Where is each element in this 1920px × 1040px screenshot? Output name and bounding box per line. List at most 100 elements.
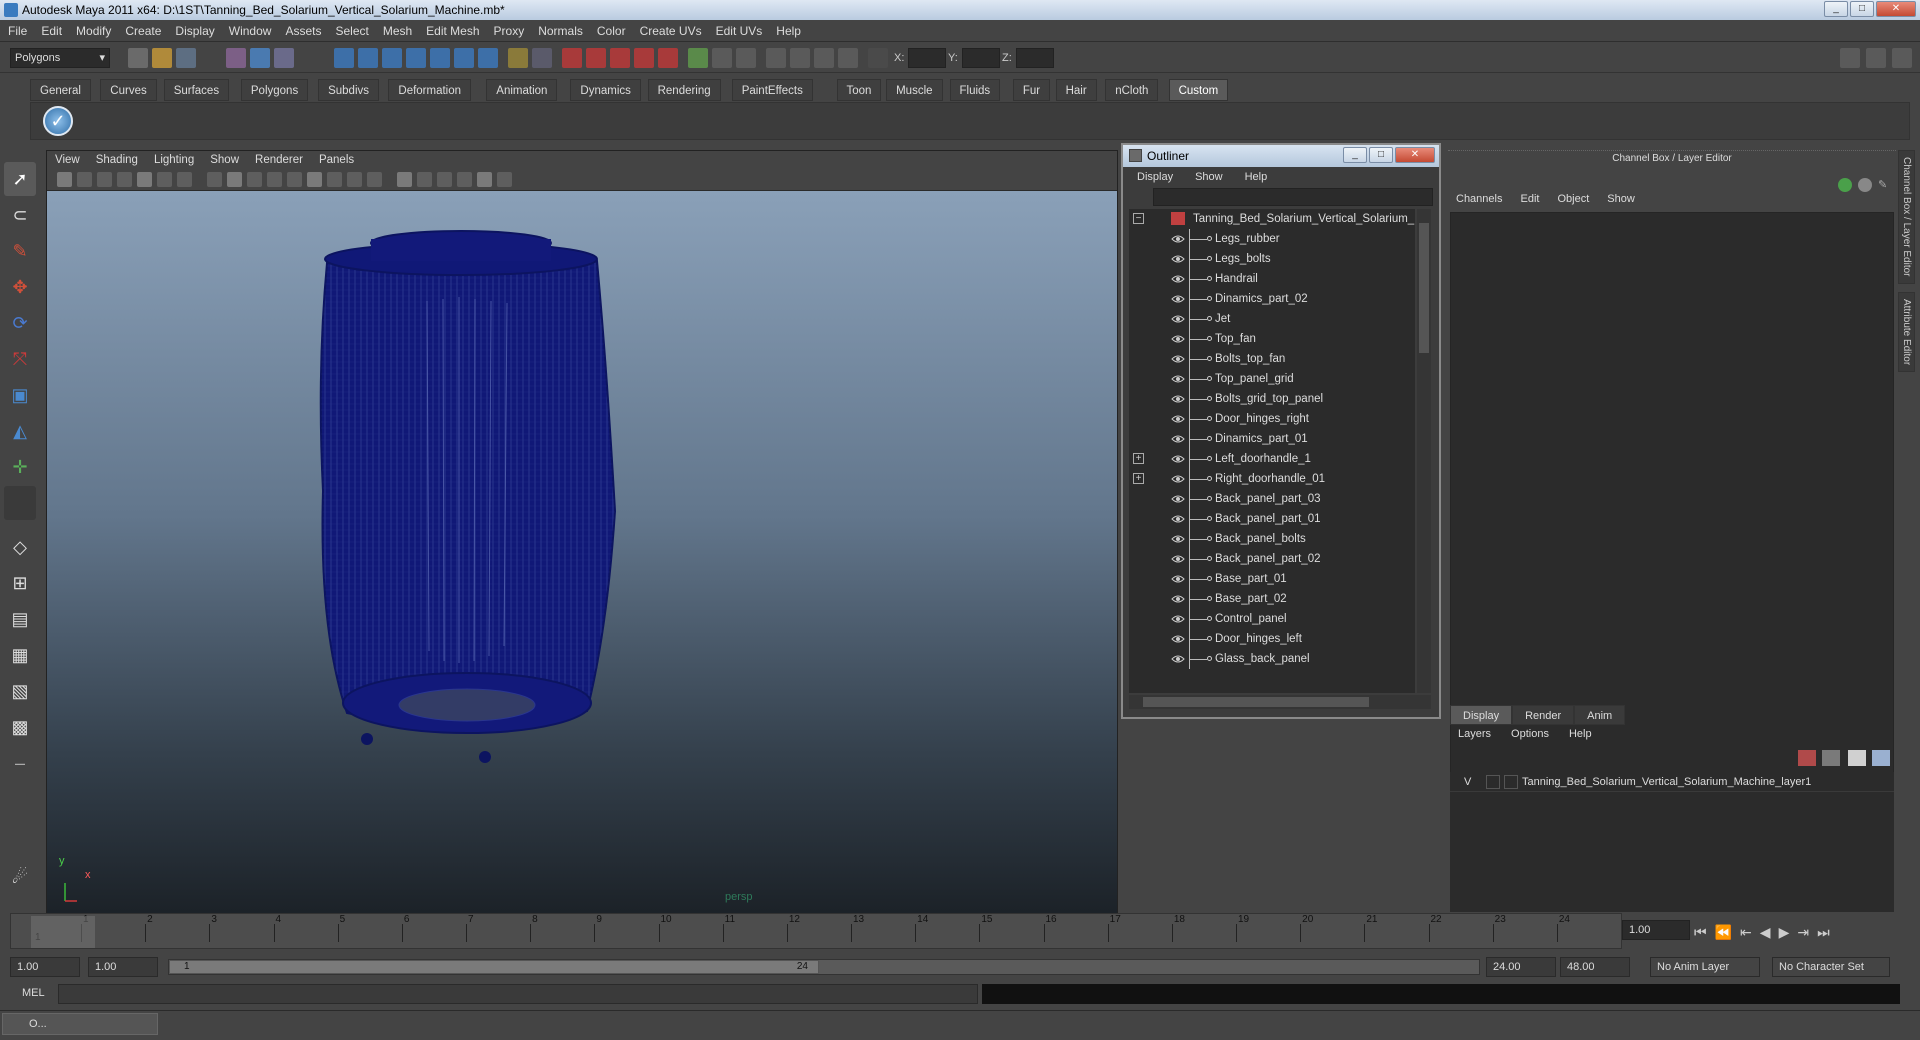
outliner-item[interactable]: Bolts_grid_top_panel [1129,389,1415,409]
mode-selector[interactable]: Polygons ▾ [10,48,110,68]
layer-tab-render[interactable]: Render [1512,705,1575,725]
outliner-item[interactable]: Jet [1129,309,1415,329]
bookmark-icon[interactable] [97,172,112,187]
outliner-close-button[interactable]: ✕ [1395,147,1435,163]
channel-box-area[interactable] [1450,212,1894,840]
persp-outliner-layout-icon[interactable]: ▤ [4,602,36,636]
outliner-item[interactable]: Top_fan [1129,329,1415,349]
smooth-shade-icon[interactable] [177,172,192,187]
close-button[interactable]: ✕ [1876,1,1916,17]
visibility-icon[interactable] [1838,178,1852,192]
channel-box-icon[interactable] [736,48,756,68]
layer-tab-anim[interactable]: Anim [1574,705,1626,725]
shelf-tab-custom[interactable]: Custom [1168,79,1229,101]
anim-layer-dropdown[interactable]: No Anim Layer [1650,957,1760,977]
start-time-field[interactable]: 1.00 [10,957,80,977]
texture-icon[interactable] [267,172,282,187]
menu-display[interactable]: Display [175,20,214,42]
outliner-item[interactable]: + Left_doorhandle_1 [1129,449,1415,469]
outliner-item[interactable]: Handrail [1129,269,1415,289]
shelf-tab-surfaces[interactable]: Surfaces [163,79,230,101]
mel-label[interactable]: MEL [22,987,45,999]
outliner-maximize-button[interactable]: □ [1369,147,1393,163]
outliner-item[interactable]: Back_panel_bolts [1129,529,1415,549]
shelf-tab-fluids[interactable]: Fluids [949,79,1001,101]
minimize-button[interactable]: _ [1824,1,1848,17]
shadows-icon[interactable] [307,172,322,187]
layer-name[interactable]: Tanning_Bed_Solarium_Vertical_Solarium_M… [1522,772,1811,792]
viewport-menu-shading[interactable]: Shading [96,151,138,169]
move-up-layer-icon[interactable] [1848,750,1866,766]
film-gate-icon[interactable] [457,172,472,187]
outliner-item[interactable]: Legs_rubber [1129,229,1415,249]
outliner-vertical-scrollbar[interactable] [1417,209,1431,693]
menu-create-uvs[interactable]: Create UVs [640,20,702,42]
rotate-tool-icon[interactable]: ⟳ [4,306,36,340]
end-time-field[interactable]: 48.00 [1560,957,1630,977]
layer-visibility-toggle[interactable]: V [1464,772,1471,792]
xray-joints-icon[interactable] [367,172,382,187]
camera-select-icon[interactable] [57,172,72,187]
outliner-toggle-icon[interactable] [766,48,786,68]
select-tool-icon[interactable]: ➚ [4,162,36,196]
hypershade-icon[interactable] [634,48,654,68]
step-forward-frame-icon[interactable]: ⇥ [1797,924,1809,941]
layer-template-toggle[interactable] [1486,775,1500,789]
settings-icon[interactable] [1892,48,1912,68]
outliner-item[interactable]: Base_part_01 [1129,569,1415,589]
maximize-button[interactable]: □ [1850,1,1874,17]
shelf-tab-fur[interactable]: Fur [1012,79,1051,101]
shelf-tab-polygons[interactable]: Polygons [240,79,309,101]
layout-options-icon[interactable]: – [4,746,36,780]
menu-help[interactable]: Help [776,20,801,42]
panel-layout-icon[interactable] [1840,48,1860,68]
construction-icon[interactable] [532,48,552,68]
anim-start-field[interactable]: 1.00 [88,957,158,977]
last-tool-icon[interactable] [4,486,36,520]
safe-action-icon[interactable] [497,172,512,187]
z-field[interactable] [1016,48,1054,68]
outliner-item[interactable]: Glass_back_panel [1129,649,1415,669]
help-line-icon[interactable]: ☄ [4,860,36,894]
save-scene-icon[interactable] [176,48,196,68]
time-slider[interactable]: 123456789101112131415161718192021222324 … [10,913,1622,949]
outliner-filter-field[interactable] [1153,188,1433,206]
hypershade-layout-icon[interactable]: ▧ [4,674,36,708]
shelf-tab-general[interactable]: General [30,79,91,101]
menu-edit[interactable]: Edit [41,20,62,42]
menu-file[interactable]: File [8,20,27,42]
y-field[interactable] [962,48,1000,68]
expand-toggle[interactable]: + [1133,453,1144,464]
default-lighting-icon[interactable] [397,172,412,187]
layer-tab-display[interactable]: Display [1450,705,1513,725]
camera-attributes-icon[interactable] [77,172,92,187]
attribute-editor-icon[interactable] [688,48,708,68]
history-icon[interactable] [508,48,528,68]
go-to-end-icon[interactable]: ⏭ [1817,924,1830,941]
current-time-indicator[interactable] [31,916,95,948]
menu-create[interactable]: Create [125,20,161,42]
side-tab-attribute-editor[interactable]: Attribute Editor [1898,291,1915,372]
outliner-item[interactable]: Legs_bolts [1129,249,1415,269]
outliner-menu-show[interactable]: Show [1195,168,1223,186]
outliner-item[interactable]: Back_panel_part_02 [1129,549,1415,569]
render-settings-icon[interactable] [610,48,630,68]
outliner-title-bar[interactable]: Outliner _ □ ✕ [1123,145,1439,167]
outliner-menu-display[interactable]: Display [1137,168,1173,186]
pen-icon[interactable]: ✎ [1878,178,1892,192]
menu-modify[interactable]: Modify [76,20,111,42]
menu-mesh[interactable]: Mesh [383,20,412,42]
render-icon[interactable] [562,48,582,68]
script-editor-icon[interactable] [838,48,858,68]
resolution-gate-icon[interactable] [477,172,492,187]
open-scene-icon[interactable] [152,48,172,68]
outliner-hscroll-thumb[interactable] [1143,697,1369,707]
shelf-tab-subdivs[interactable]: Subdivs [318,79,380,101]
range-slider-handle[interactable]: 1 24 [169,960,819,974]
show-ui-icon[interactable] [1866,48,1886,68]
outliner-horizontal-scrollbar[interactable] [1129,695,1431,709]
shelf-tab-curves[interactable]: Curves [100,79,157,101]
go-to-start-icon[interactable]: ⏮ [1694,924,1707,941]
soft-mod-tool-icon[interactable]: ◭ [4,414,36,448]
viewport-canvas[interactable]: y x persp [47,191,1117,913]
